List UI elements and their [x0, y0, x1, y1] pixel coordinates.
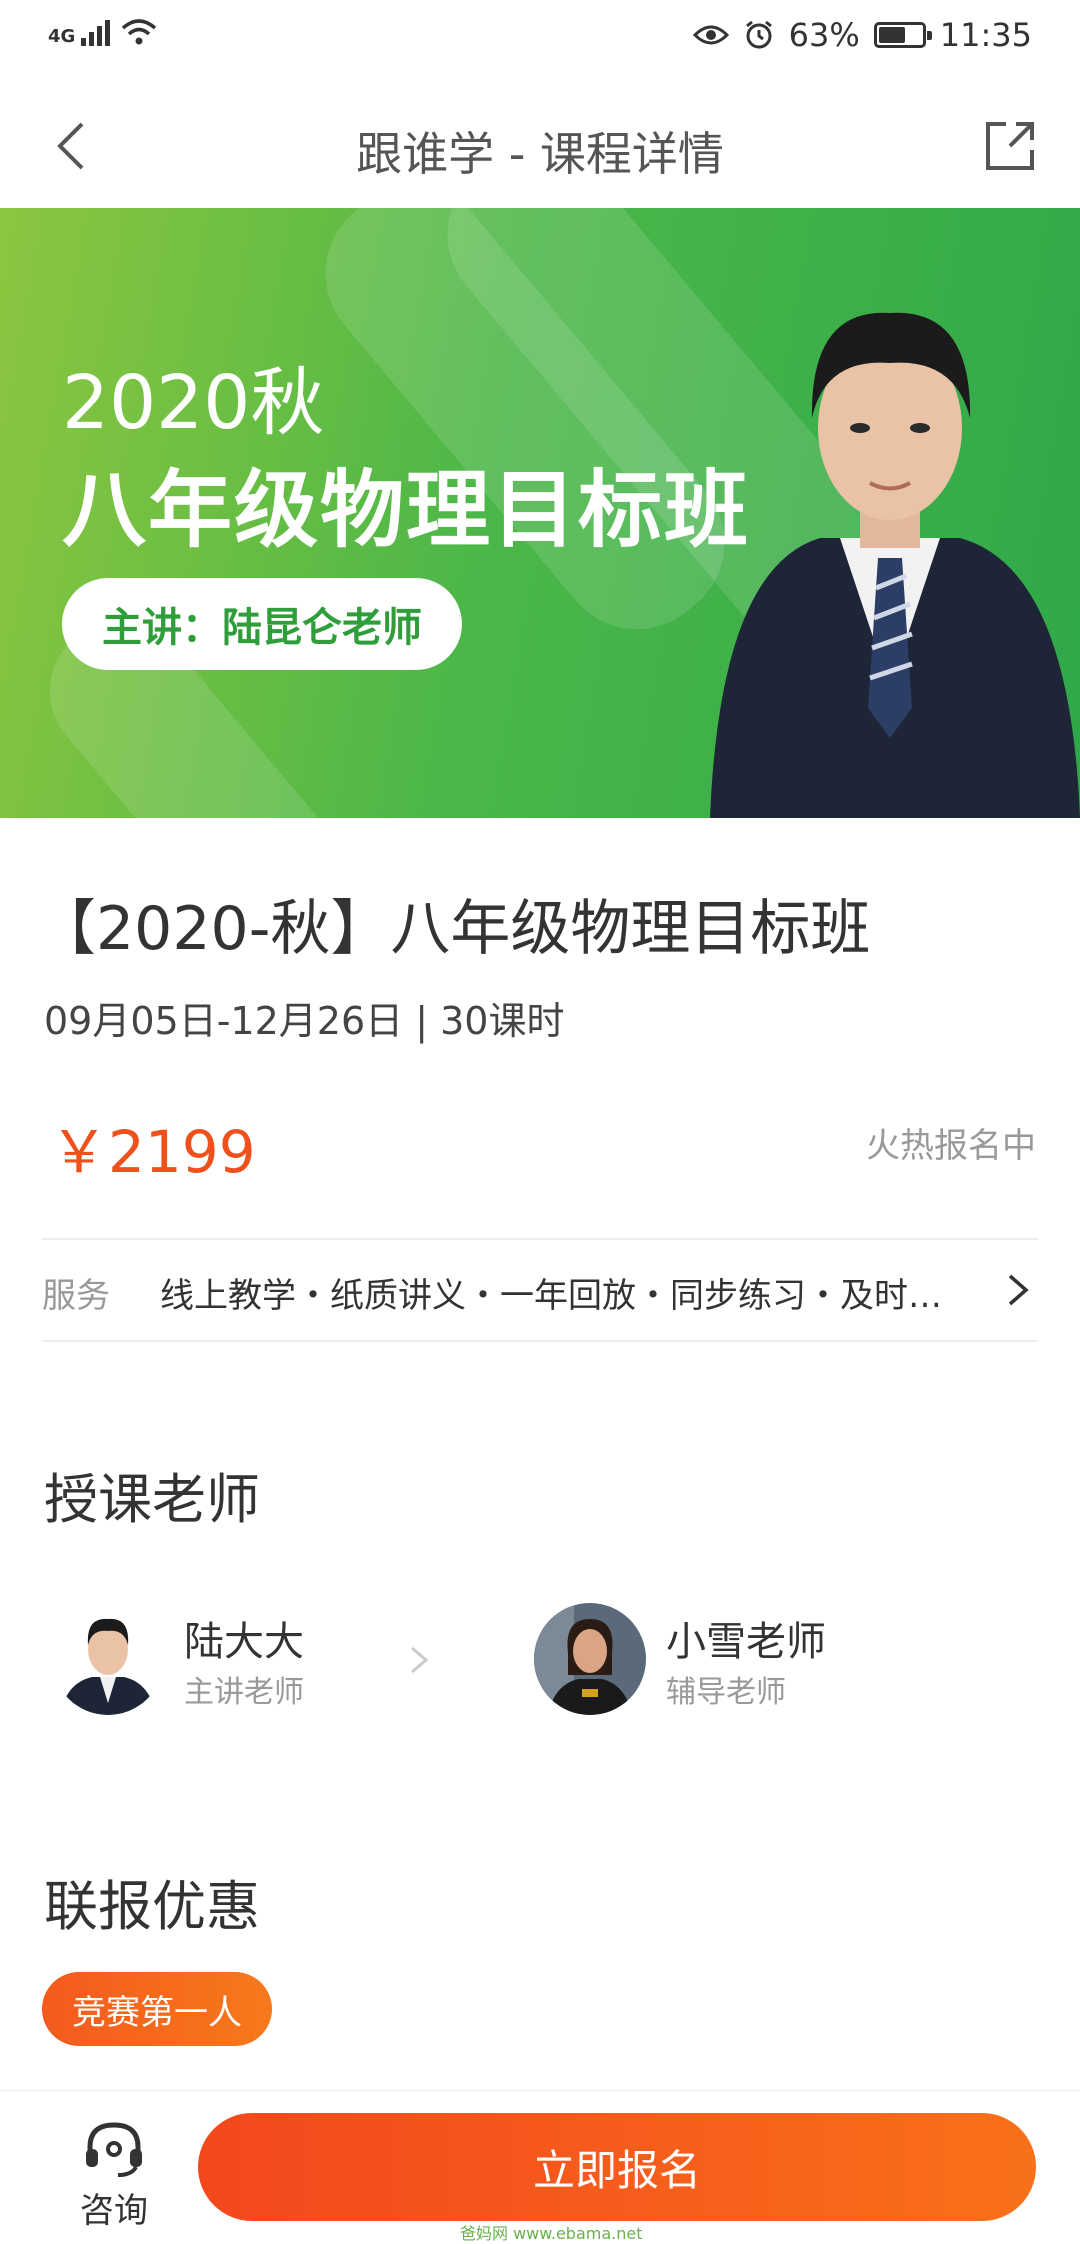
course-banner: 2020秋 八年级物理目标班 主讲：陆昆仑老师 [0, 208, 1080, 818]
battery-level [878, 27, 905, 43]
battery-icon [873, 22, 932, 48]
teacher-role: 辅导老师 [666, 1675, 786, 1710]
chevron-right-icon[interactable] [408, 1640, 432, 1680]
banner-lecturer-pill: 主讲：陆昆仑老师 [62, 578, 462, 670]
eye-icon [692, 25, 729, 45]
promo-section-title: 联报优惠 [44, 1875, 260, 1938]
banner-title: 八年级物理目标班 [62, 461, 751, 559]
bottom-action-bar: 咨询 立即报名 [0, 2090, 1080, 2241]
teacher-name: 小雪老师 [666, 1619, 826, 1665]
promo-tag[interactable]: 竞赛第一人 [42, 1972, 272, 2046]
consult-label: 咨询 [80, 2191, 148, 2231]
page-title: 跟谁学 - 课程详情 [356, 127, 724, 181]
signal-icon [81, 20, 111, 46]
nav-bar: 跟谁学 - 课程详情 [0, 80, 1080, 209]
watermark: 爸妈网 www.ebama.net [460, 2224, 643, 2243]
status-right: 63% 11:35 [692, 16, 1032, 54]
wifi-icon [122, 19, 157, 45]
teacher-role: 主讲老师 [184, 1675, 304, 1710]
network-indicator: 4G [48, 18, 157, 46]
clock: 11:35 [939, 16, 1032, 54]
course-title: 【2020-秋】八年级物理目标班 [36, 894, 871, 964]
status-bar: 4G 63% 11:35 [0, 0, 1080, 80]
teacher-photo [710, 312, 1080, 818]
chevron-right-icon [1008, 1274, 1029, 1306]
share-icon[interactable] [980, 116, 1040, 176]
course-price: ￥2199 [50, 1118, 256, 1186]
teachers-section-title: 授课老师 [44, 1468, 260, 1531]
consult-button[interactable]: 咨询 [64, 2119, 164, 2232]
course-schedule: 09月05日-12月26日 | 30课时 [44, 999, 565, 1043]
avatar [534, 1603, 646, 1715]
service-label: 服务 [42, 1276, 110, 1316]
avatar [52, 1603, 164, 1715]
alarm-icon [745, 20, 772, 49]
banner-year: 2020秋 [62, 360, 325, 446]
network-type: 4G [48, 26, 76, 47]
teacher-name: 陆大大 [184, 1619, 304, 1665]
battery-percent: 63% [788, 16, 860, 54]
divider [42, 1340, 1038, 1342]
headset-icon [86, 2122, 142, 2177]
service-items: 线上教学・纸质讲义・一年回放・同步练习・及时… [160, 1276, 942, 1316]
teacher-card[interactable]: 小雪老师 辅导老师 [534, 1595, 954, 1725]
service-row[interactable]: 服务 线上教学・纸质讲义・一年回放・同步练习・及时… [42, 1240, 1038, 1340]
enrollment-status: 火热报名中 [866, 1126, 1036, 1166]
teacher-card[interactable]: 陆大大 主讲老师 [52, 1595, 412, 1725]
enroll-button[interactable]: 立即报名 [198, 2113, 1036, 2221]
